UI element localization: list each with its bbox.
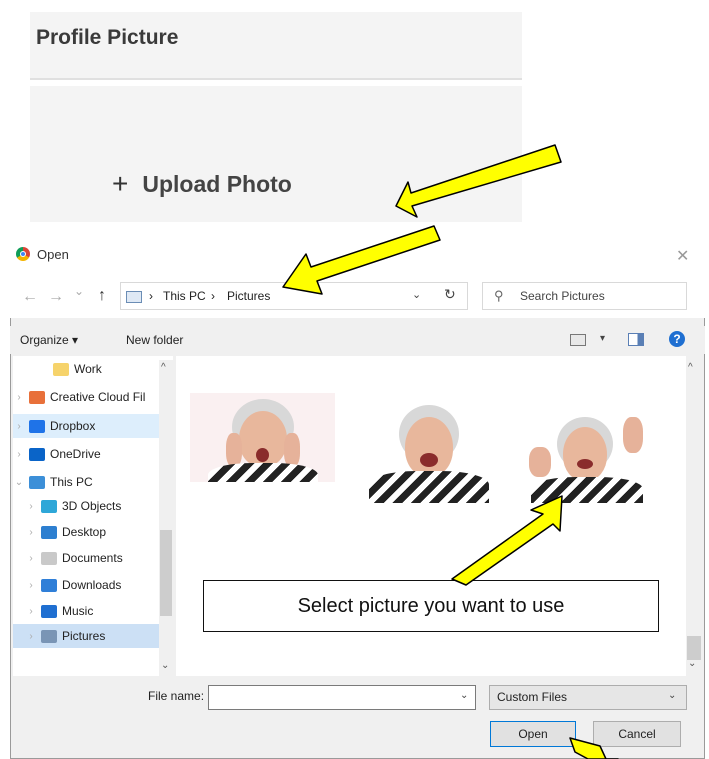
upload-panel: [30, 86, 522, 222]
nav-item-label: OneDrive: [50, 447, 101, 461]
nav-item-downloads[interactable]: › Downloads: [13, 573, 159, 597]
breadcrumb-separator: ›: [149, 289, 153, 303]
creative-cloud-icon: [29, 390, 45, 404]
nav-item-label: 3D Objects: [62, 499, 122, 513]
file-type-value: Custom Files: [497, 690, 568, 704]
search-placeholder: Search Pictures: [520, 289, 605, 303]
nav-item-music[interactable]: › Music: [13, 599, 159, 623]
forward-arrow-icon[interactable]: →: [48, 288, 64, 306]
computer-icon: [29, 475, 45, 489]
nav-item-documents[interactable]: › Documents: [13, 546, 159, 570]
file-name-input[interactable]: [208, 685, 476, 710]
file-type-dropdown-icon[interactable]: ⌄: [668, 690, 676, 701]
file-list-scroll-thumb[interactable]: [687, 636, 701, 660]
help-icon[interactable]: ?: [669, 331, 685, 347]
nav-item-label: Downloads: [62, 578, 122, 592]
nav-item-label: Dropbox: [50, 419, 96, 433]
pictures-icon: [41, 629, 57, 643]
up-arrow-icon[interactable]: ↑: [98, 287, 106, 305]
organize-menu[interactable]: Organize ▾: [20, 333, 78, 347]
chevron-right-icon[interactable]: ›: [25, 631, 37, 642]
instruction-callout: Select picture you want to use: [203, 580, 659, 632]
scroll-up-icon[interactable]: ^: [688, 362, 693, 373]
photo-thumbnail-thumbs-up[interactable]: [523, 403, 650, 503]
music-icon: [41, 604, 57, 618]
nav-item-3d-objects[interactable]: › 3D Objects: [13, 494, 159, 518]
view-options-dropdown[interactable]: ▾: [600, 333, 605, 344]
dialog-title: Open: [37, 247, 69, 262]
chevron-right-icon[interactable]: ›: [25, 580, 37, 591]
nav-item-creative-cloud-fil[interactable]: › Creative Cloud Fil: [13, 385, 159, 409]
nav-item-label: Pictures: [62, 629, 106, 643]
new-folder-button[interactable]: New folder: [126, 333, 183, 347]
documents-icon: [41, 551, 57, 565]
file-name-dropdown-icon[interactable]: ⌄: [460, 690, 468, 701]
desktop-icon: [41, 525, 57, 539]
nav-item-desktop[interactable]: › Desktop: [13, 520, 159, 544]
pictures-location-icon: [126, 291, 142, 303]
chevron-right-icon[interactable]: ›: [25, 501, 37, 512]
open-button[interactable]: Open: [490, 721, 576, 747]
3d-objects-icon: [41, 499, 57, 513]
back-arrow-icon[interactable]: ←: [22, 288, 38, 306]
nav-item-pictures[interactable]: › Pictures: [13, 624, 159, 648]
cancel-button[interactable]: Cancel: [593, 721, 681, 747]
chevron-right-icon[interactable]: ›: [13, 392, 25, 403]
chevron-down-icon[interactable]: ⌄: [13, 477, 25, 488]
chevron-right-icon[interactable]: ›: [13, 421, 25, 432]
breadcrumb-this-pc[interactable]: This PC: [163, 289, 206, 303]
upload-photo-button[interactable]: + Upload Photo: [112, 168, 292, 200]
navigation-scroll-thumb[interactable]: [160, 530, 172, 616]
downloads-icon: [41, 578, 57, 592]
nav-item-label: Work: [74, 362, 102, 376]
navigation-scrollbar[interactable]: [159, 360, 173, 676]
breadcrumb-pictures[interactable]: Pictures: [227, 289, 270, 303]
upload-photo-label: Upload Photo: [142, 170, 292, 197]
nav-item-label: Creative Cloud Fil: [50, 390, 146, 404]
recent-locations-icon[interactable]: ⌄: [74, 284, 84, 298]
dropbox-icon: [29, 419, 45, 433]
chevron-right-icon[interactable]: ›: [13, 449, 25, 460]
search-icon: ⚲: [494, 288, 504, 303]
close-button[interactable]: ✕: [676, 246, 689, 266]
nav-item-work[interactable]: Work: [13, 357, 159, 381]
onedrive-icon: [29, 447, 45, 461]
nav-item-label: Desktop: [62, 525, 107, 539]
nav-item-onedrive[interactable]: › OneDrive: [13, 442, 159, 466]
chevron-right-icon[interactable]: ›: [25, 553, 37, 564]
chevron-right-icon[interactable]: ›: [25, 527, 37, 538]
scroll-down-icon[interactable]: ⌄: [161, 660, 169, 671]
photo-thumbnail-surprised[interactable]: [190, 393, 335, 482]
file-name-label: File name:: [148, 689, 205, 703]
breadcrumb-separator: ›: [211, 289, 215, 303]
dialog-titlebar: [10, 236, 705, 276]
chrome-icon: [16, 247, 30, 261]
refresh-icon[interactable]: ↻: [444, 286, 456, 303]
scroll-up-icon[interactable]: ^: [161, 362, 166, 373]
chevron-right-icon[interactable]: ›: [25, 606, 37, 617]
preview-pane-icon[interactable]: [628, 333, 644, 346]
scroll-down-icon[interactable]: ⌄: [688, 658, 696, 669]
folder-icon: [53, 362, 69, 376]
nav-item-this-pc[interactable]: ⌄ This PC: [13, 470, 159, 494]
plus-icon: +: [112, 168, 129, 199]
profile-picture-title: Profile Picture: [36, 26, 179, 49]
navigation-pane: Work › Creative Cloud Fil › Dropbox › OneDrive…: [13, 356, 173, 676]
nav-item-label: Music: [62, 604, 94, 618]
change-view-icon[interactable]: [570, 334, 586, 346]
nav-item-dropbox[interactable]: › Dropbox: [13, 414, 159, 438]
address-dropdown-icon[interactable]: ⌄: [412, 288, 421, 301]
nav-item-label: This PC: [50, 475, 93, 489]
nav-item-label: Documents: [62, 551, 123, 565]
photo-thumbnail-laughing[interactable]: [365, 395, 493, 503]
file-list-scrollbar[interactable]: [686, 356, 702, 676]
